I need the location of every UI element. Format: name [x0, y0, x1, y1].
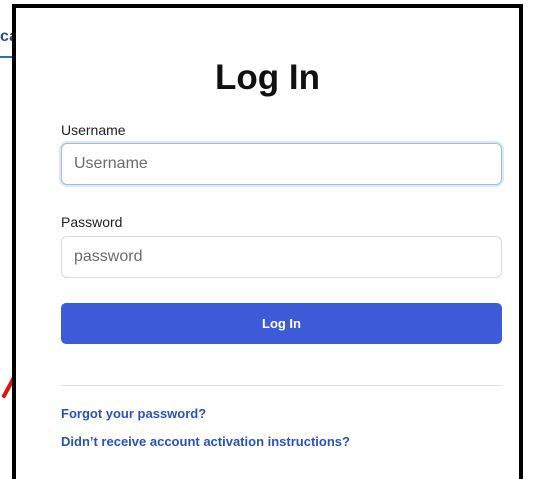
- forgot-password-link[interactable]: Forgot your password?: [61, 406, 206, 421]
- password-label: Password: [61, 214, 123, 230]
- page-title: Log In: [215, 58, 320, 97]
- login-modal: Log In Username Password Log In Forgot y…: [12, 4, 523, 479]
- divider: [61, 385, 502, 386]
- username-input[interactable]: [61, 143, 502, 185]
- screen: ca Log In Username Password Log In Forgo…: [0, 0, 538, 479]
- password-input[interactable]: [61, 236, 502, 278]
- username-label: Username: [61, 122, 126, 138]
- login-button[interactable]: Log In: [61, 303, 502, 344]
- activation-instructions-link[interactable]: Didn’t receive account activation instru…: [61, 434, 350, 449]
